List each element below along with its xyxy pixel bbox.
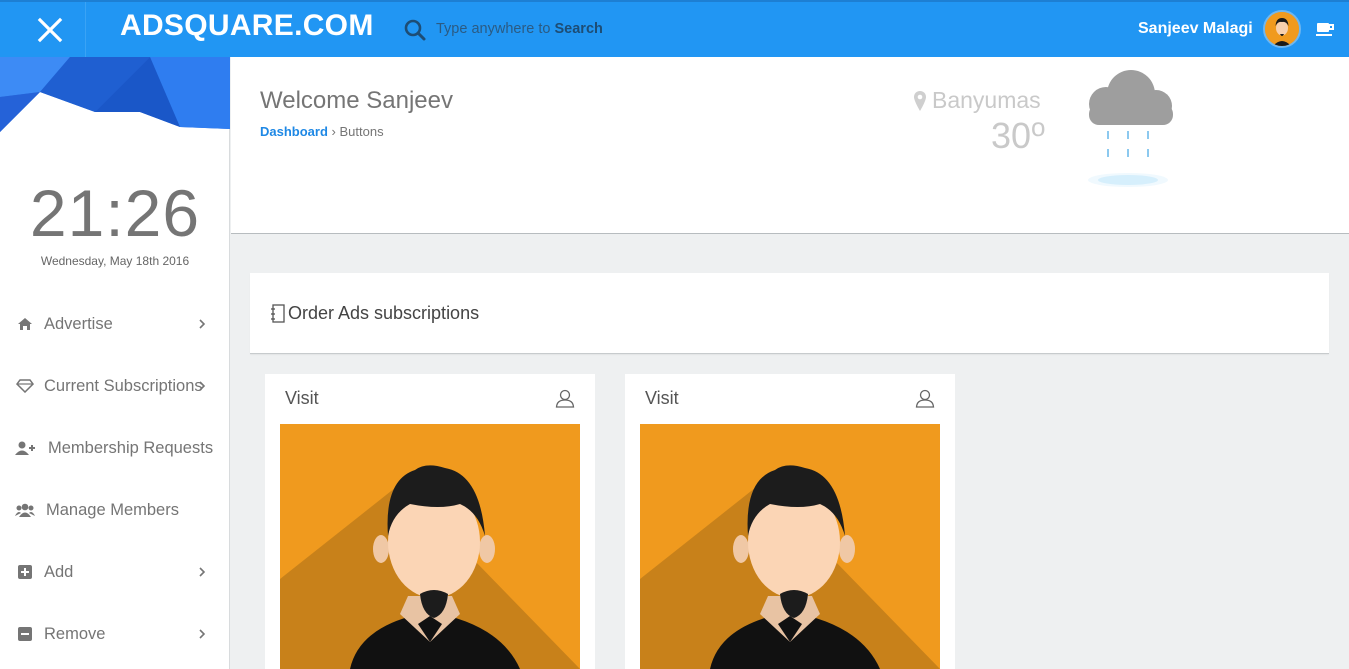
search-icon [404, 19, 426, 41]
sidebar-item-membership-requests[interactable]: Membership Requests [0, 424, 229, 472]
page-header: Welcome Sanjeev Dashboard › Buttons Bany… [231, 57, 1349, 234]
order-ads-label: Order Ads subscriptions [288, 303, 480, 323]
sidebar-item-label: Remove [44, 624, 106, 643]
chevron-right-icon [199, 319, 206, 329]
visit-card[interactable]: Visit [265, 374, 595, 669]
weather-city: Banyumas [932, 87, 1041, 113]
search-bar[interactable] [403, 15, 737, 45]
chevron-right-icon [199, 381, 206, 391]
sidebar-item-remove[interactable]: Remove [0, 610, 229, 658]
order-ads-title: Order Ads subscriptions [270, 303, 479, 324]
clock-time: 21:26 [29, 176, 201, 250]
user-icon[interactable] [915, 388, 935, 408]
profile-avatar-image [280, 424, 580, 669]
coffee-cup-icon[interactable] [1315, 19, 1335, 39]
home-icon [15, 316, 35, 332]
visit-card[interactable]: Visit [625, 374, 955, 669]
rain-cloud-icon [1088, 70, 1173, 187]
breadcrumb-current: Buttons [339, 124, 384, 139]
user-name[interactable]: Sanjeev Malagi [1138, 20, 1253, 38]
avatar-illustration [1265, 12, 1299, 46]
weather-temp-unit: o [1031, 112, 1046, 142]
top-navbar: ADSQUARE.COM Type anywhere to Search San… [0, 0, 1349, 57]
visit-card-title: Visit [645, 388, 679, 408]
brand-logo[interactable]: ADSQUARE.COM [120, 9, 374, 43]
search-input[interactable] [437, 21, 737, 39]
weather-temp-value: 30 [991, 115, 1032, 156]
sidebar-banner [0, 57, 230, 132]
sidebar-item-manage-members[interactable]: Manage Members [0, 486, 229, 534]
sidebar-item-advertise[interactable]: Advertise [0, 300, 229, 348]
chevron-right-icon [199, 567, 206, 577]
breadcrumb-dashboard-link[interactable]: Dashboard [260, 124, 328, 139]
users-icon [15, 502, 35, 518]
map-marker-icon [914, 90, 926, 111]
user-plus-icon [15, 440, 35, 456]
plus-square-icon [15, 564, 35, 580]
sidebar-item-label: Manage Members [46, 500, 179, 519]
sidebar: 21:26 Wednesday, May 18th 2016 Advertise… [0, 57, 230, 669]
page-title: Welcome Sanjeev [260, 87, 453, 114]
chevron-right-icon [199, 629, 206, 639]
close-sidebar-button[interactable] [14, 2, 86, 57]
user-icon[interactable] [555, 388, 575, 408]
weather-temperature: 30o [991, 112, 1046, 157]
breadcrumb-separator: › [331, 124, 336, 139]
sidebar-item-label: Advertise [44, 314, 113, 333]
diamond-icon [15, 378, 35, 394]
order-ads-panel: Order Ads subscriptions [250, 273, 1329, 354]
sidebar-item-label: Membership Requests [48, 438, 214, 457]
close-icon [37, 17, 62, 42]
breadcrumb: Dashboard › Buttons [260, 124, 384, 139]
visit-card-title: Visit [285, 388, 319, 408]
sidebar-item-label: Current Subscriptions [44, 376, 203, 395]
sidebar-item-add[interactable]: Add [0, 548, 229, 596]
notebook-icon [271, 303, 285, 323]
sidebar-item-current-subscriptions[interactable]: Current Subscriptions [0, 362, 229, 410]
profile-avatar-image [640, 424, 940, 669]
sidebar-item-label: Add [44, 562, 74, 581]
minus-square-icon [15, 626, 35, 642]
avatar[interactable] [1263, 10, 1301, 48]
weather-location: Banyumas [914, 87, 1041, 114]
clock-date: Wednesday, May 18th 2016 [40, 254, 190, 268]
